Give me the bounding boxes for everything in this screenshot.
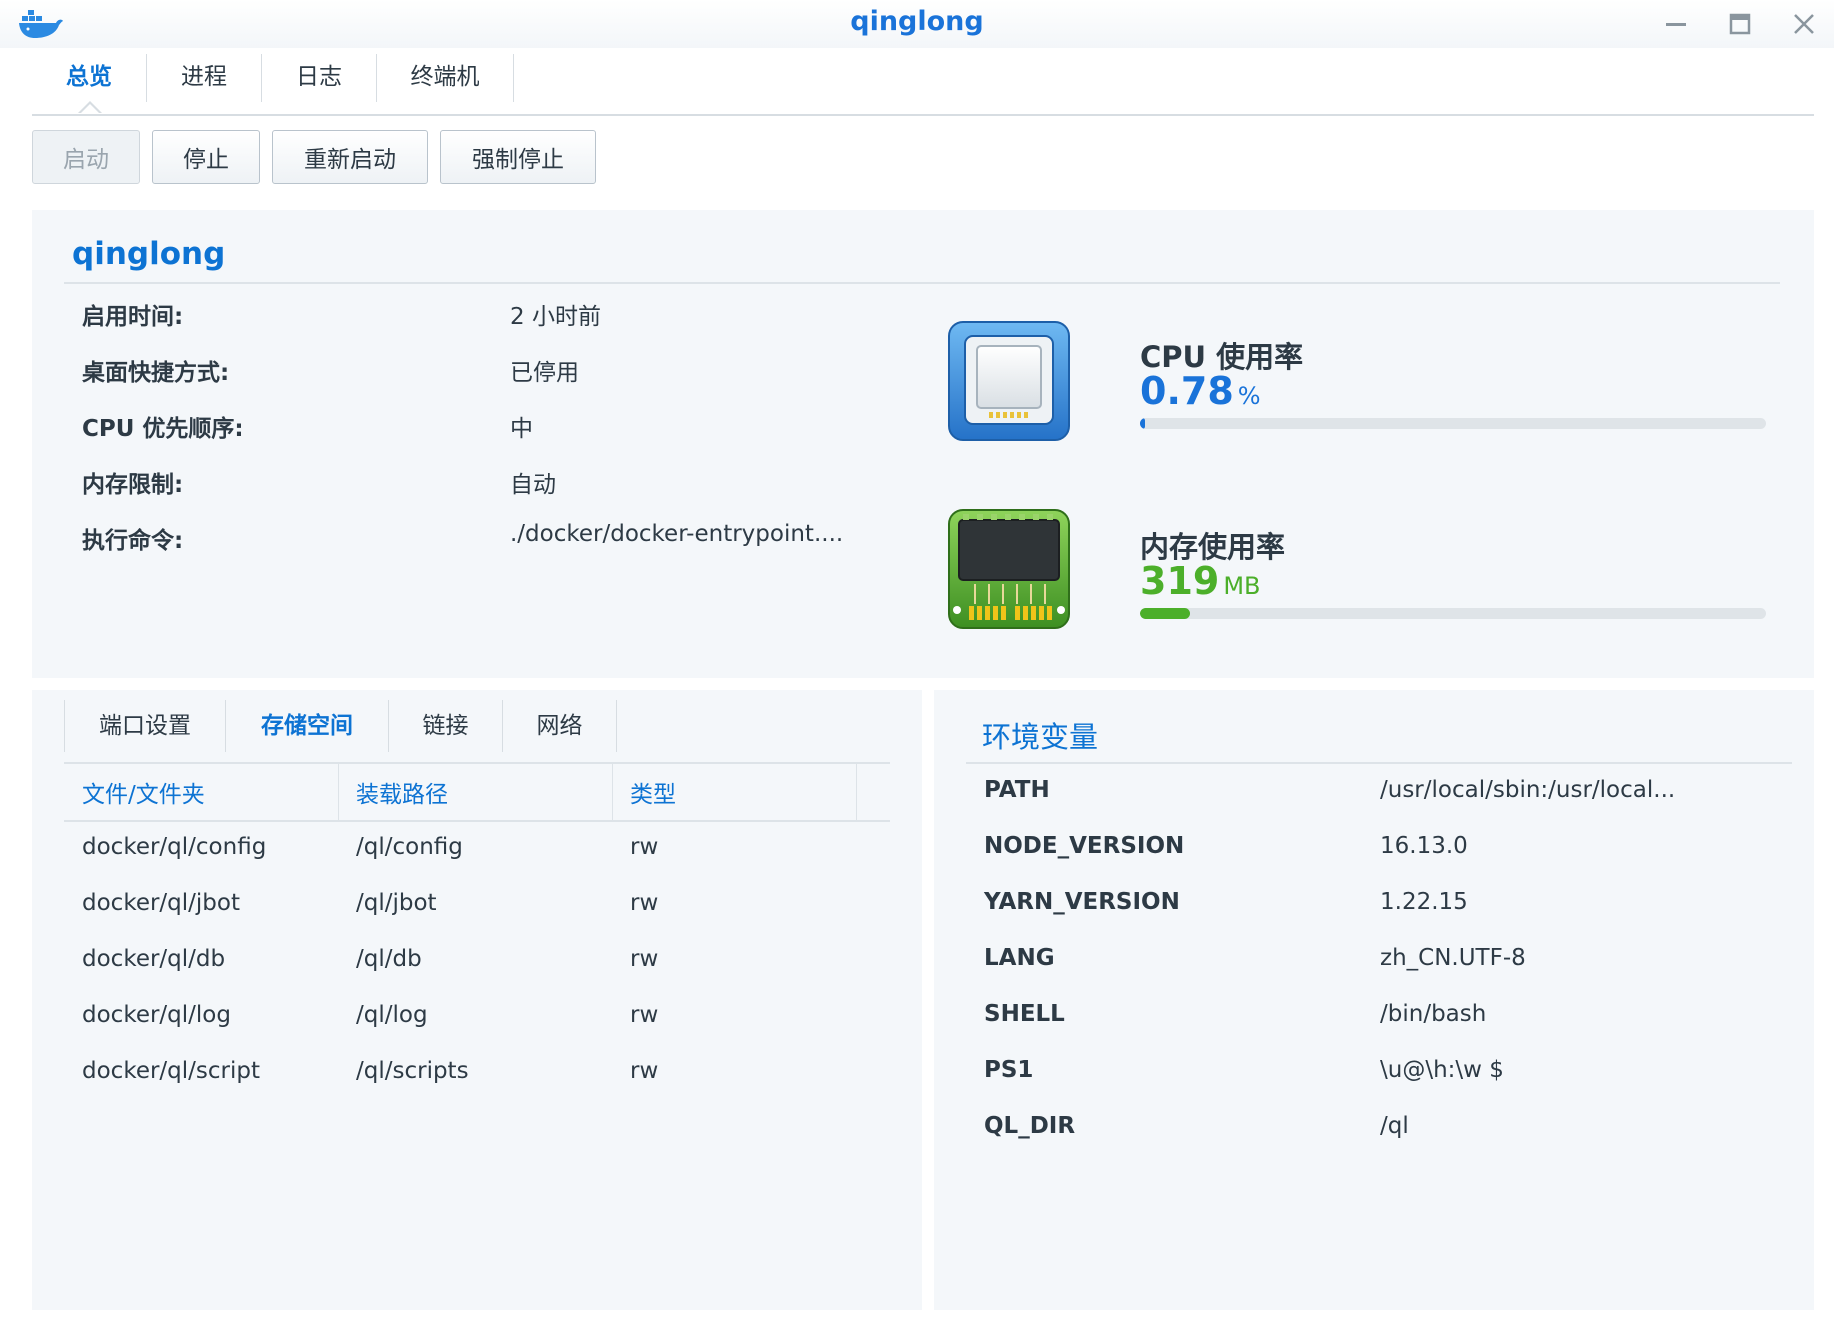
env-value: \u@\h:\w $ (1380, 1057, 1504, 1083)
memory-usage-bar (1140, 608, 1766, 619)
column-header-mount-path[interactable]: 装载路径 (356, 775, 448, 809)
info-value: ./docker/docker-entrypoint.... (510, 521, 844, 547)
info-label: 执行命令: (82, 528, 184, 554)
table-cell: rw (630, 1002, 659, 1028)
maximize-icon[interactable] (1722, 6, 1758, 42)
env-key: PS1 (984, 1057, 1034, 1083)
env-value: /bin/bash (1380, 1001, 1487, 1027)
cpu-usage-value: 0.78% (1140, 369, 1261, 413)
main-tabs: 总览 进程 日志 终端机 (32, 52, 1814, 116)
tab-terminal[interactable]: 终端机 (377, 52, 513, 102)
window-titlebar: qinglong (0, 0, 1834, 48)
env-value: 1.22.15 (1380, 889, 1468, 915)
stop-button[interactable]: 停止 (152, 130, 260, 184)
cpu-usage-bar-fill (1140, 418, 1145, 429)
env-key: LANG (984, 945, 1055, 971)
table-header-top-rule (64, 762, 890, 764)
table-cell: /ql/jbot (356, 890, 437, 916)
minimize-icon[interactable] (1658, 6, 1694, 42)
subtab-divider (616, 700, 617, 752)
subtab-port-settings[interactable]: 端口设置 (65, 700, 225, 752)
cpu-chip-icon (945, 318, 1073, 446)
table-cell: /ql/db (356, 946, 422, 972)
table-cell: docker/ql/db (82, 946, 226, 972)
tab-overview[interactable]: 总览 (32, 52, 146, 102)
cpu-usage-unit: % (1237, 382, 1261, 410)
info-value: 中 (510, 416, 533, 442)
column-divider (338, 762, 339, 820)
table-cell: docker/ql/config (82, 834, 267, 860)
tab-logs[interactable]: 日志 (262, 52, 376, 102)
subtab-links[interactable]: 链接 (389, 700, 502, 752)
env-value: zh_CN.UTF-8 (1380, 945, 1526, 971)
table-cell: docker/ql/log (82, 1002, 231, 1028)
env-key: NODE_VERSION (984, 833, 1185, 859)
env-value: /ql (1380, 1113, 1409, 1139)
divider (966, 762, 1792, 764)
active-tab-indicator (78, 101, 102, 114)
table-cell: rw (630, 946, 659, 972)
info-value: 已停用 (510, 360, 579, 386)
tab-processes[interactable]: 进程 (147, 52, 261, 102)
environment-panel (934, 690, 1814, 1310)
table-header-bottom-rule (64, 820, 890, 822)
window-title: qinglong (850, 6, 984, 37)
force-stop-button[interactable]: 强制停止 (440, 130, 596, 184)
cpu-usage-number: 0.78 (1140, 369, 1234, 413)
table-cell: /ql/log (356, 1002, 428, 1028)
memory-module-icon (945, 506, 1073, 634)
memory-usage-value: 319 MB (1140, 559, 1261, 603)
close-icon[interactable] (1786, 6, 1822, 42)
env-key: PATH (984, 777, 1050, 803)
column-header-file[interactable]: 文件/文件夹 (82, 775, 205, 809)
cpu-usage-bar (1140, 418, 1766, 429)
container-name: qinglong (72, 236, 226, 272)
environment-title: 环境变量 (982, 720, 1099, 754)
info-value: 2 小时前 (510, 304, 601, 330)
memory-usage-unit: MB (1223, 572, 1261, 600)
info-value: 自动 (510, 472, 556, 498)
info-label: 内存限制: (82, 472, 184, 498)
table-cell: docker/ql/script (82, 1058, 261, 1084)
divider (64, 282, 1780, 284)
info-label: 启用时间: (82, 304, 184, 330)
table-cell: docker/ql/jbot (82, 890, 240, 916)
env-value: 16.13.0 (1380, 833, 1468, 859)
env-value: /usr/local/sbin:/usr/local... (1380, 777, 1676, 803)
env-key: YARN_VERSION (984, 889, 1180, 915)
column-divider (612, 762, 613, 820)
subtab-network[interactable]: 网络 (503, 700, 616, 752)
start-button[interactable]: 启动 (32, 130, 140, 184)
column-header-type[interactable]: 类型 (630, 775, 676, 809)
table-cell: /ql/scripts (356, 1058, 469, 1084)
memory-usage-bar-fill (1140, 608, 1191, 619)
env-key: QL_DIR (984, 1113, 1076, 1139)
table-cell: rw (630, 834, 659, 860)
restart-button[interactable]: 重新启动 (272, 130, 428, 184)
subtab-storage[interactable]: 存储空间 (226, 700, 388, 752)
table-cell: rw (630, 1058, 659, 1084)
tab-divider (513, 54, 514, 102)
memory-usage-number: 319 (1140, 559, 1220, 603)
table-cell: rw (630, 890, 659, 916)
env-key: SHELL (984, 1001, 1065, 1027)
column-divider (856, 762, 857, 820)
info-label: 桌面快捷方式: (82, 360, 230, 386)
table-cell: /ql/config (356, 834, 463, 860)
info-label: CPU 优先顺序: (82, 416, 244, 442)
